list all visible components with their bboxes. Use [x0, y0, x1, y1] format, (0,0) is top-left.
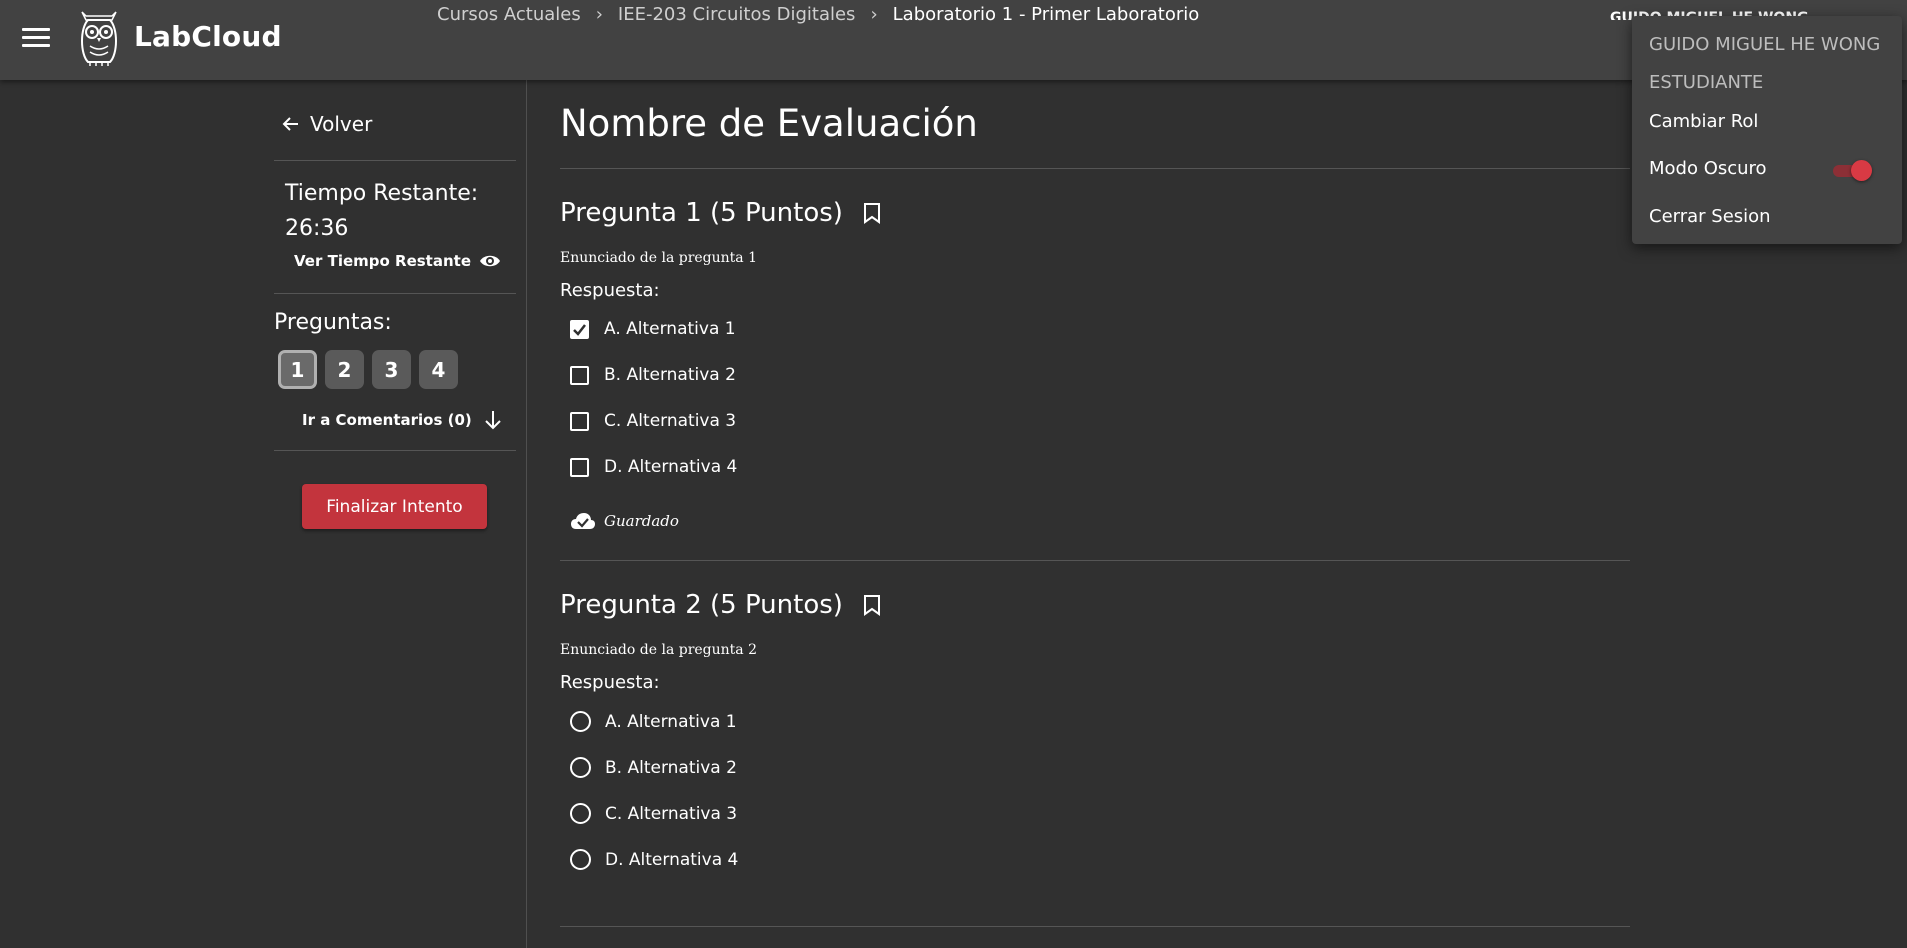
toggle-thumb — [1851, 160, 1872, 181]
divider — [274, 160, 516, 161]
finish-attempt-button[interactable]: Finalizar Intento — [302, 484, 487, 529]
question-statement: Enunciado de la pregunta 2 — [560, 642, 758, 658]
option-label: D. Alternativa 4 — [605, 849, 739, 870]
divider — [274, 293, 516, 294]
option-label: C. Alternativa 3 — [604, 411, 737, 431]
option-checkbox[interactable]: B. Alternativa 2 — [570, 365, 736, 385]
show-time-label: Ver Tiempo Restante — [294, 252, 471, 270]
divider — [560, 926, 1630, 927]
radio-icon[interactable] — [570, 849, 591, 870]
breadcrumb: Cursos Actuales › IEE-203 Circuitos Digi… — [437, 4, 1199, 25]
option-radio[interactable]: A. Alternativa 1 — [570, 711, 737, 732]
app-brand[interactable]: LabCloud — [134, 20, 282, 53]
dark-mode-toggle[interactable] — [1833, 160, 1873, 181]
top-app-bar: LabCloud Cursos Actuales › IEE-203 Circu… — [0, 0, 1907, 80]
eye-icon — [480, 255, 500, 267]
logout-menu-item[interactable]: Cerrar Sesion — [1649, 206, 1771, 227]
question-nav-2[interactable]: 2 — [325, 350, 364, 389]
option-label: B. Alternativa 2 — [605, 757, 737, 778]
show-time-button[interactable]: Ver Tiempo Restante — [294, 252, 501, 270]
vertical-divider — [526, 80, 527, 948]
question-statement: Enunciado de la pregunta 1 — [560, 250, 758, 266]
answer-label: Respuesta: — [560, 672, 660, 693]
chevron-right-icon: › — [595, 4, 603, 25]
radio-icon[interactable] — [570, 711, 591, 732]
hamburger-menu-icon[interactable] — [20, 24, 52, 54]
option-checkbox[interactable]: D. Alternativa 4 — [570, 457, 737, 477]
checkbox-icon[interactable] — [570, 411, 589, 431]
user-menu-role: ESTUDIANTE — [1649, 72, 1764, 93]
bookmark-icon[interactable] — [863, 594, 881, 616]
option-radio[interactable]: D. Alternativa 4 — [570, 849, 738, 870]
change-role-menu-item[interactable]: Cambiar Rol — [1649, 111, 1758, 132]
question-title-text: Pregunta 2 (5 Puntos) — [560, 590, 843, 620]
question-title: Pregunta 2 (5 Puntos) — [560, 590, 881, 620]
option-label: D. Alternativa 4 — [604, 457, 738, 477]
back-label: Volver — [310, 112, 373, 136]
back-button[interactable]: Volver — [282, 112, 372, 136]
time-remaining-label: Tiempo Restante: — [285, 181, 479, 206]
question-title: Pregunta 1 (5 Puntos) — [560, 198, 881, 228]
option-radio[interactable]: C. Alternativa 3 — [570, 803, 737, 824]
question-title-text: Pregunta 1 (5 Puntos) — [560, 198, 843, 228]
bookmark-icon[interactable] — [863, 202, 881, 224]
checkbox-checked-icon[interactable] — [570, 319, 589, 339]
radio-icon[interactable] — [570, 803, 591, 824]
question-nav-1[interactable]: 1 — [278, 350, 317, 389]
saved-label: Guardado — [604, 512, 679, 530]
questions-label: Preguntas: — [274, 310, 392, 335]
divider — [560, 168, 1630, 169]
option-checkbox[interactable]: C. Alternativa 3 — [570, 411, 736, 431]
user-dropdown-menu: GUIDO MIGUEL HE WONG ESTUDIANTE Cambiar … — [1632, 16, 1902, 244]
checkbox-icon[interactable] — [570, 457, 589, 477]
time-remaining-value: 26:36 — [285, 216, 349, 241]
option-checkbox[interactable]: A. Alternativa 1 — [570, 319, 736, 339]
answer-label: Respuesta: — [560, 280, 660, 301]
option-label: C. Alternativa 3 — [605, 803, 738, 824]
breadcrumb-item-courses[interactable]: Cursos Actuales — [437, 4, 581, 25]
option-label: A. Alternativa 1 — [605, 711, 737, 732]
owl-logo-icon — [81, 11, 117, 66]
page-title: Nombre de Evaluación — [560, 102, 978, 145]
chevron-right-icon: › — [870, 4, 878, 25]
breadcrumb-item-lab: Laboratorio 1 - Primer Laboratorio — [892, 4, 1200, 25]
question-nav-3[interactable]: 3 — [372, 350, 411, 389]
question-navigator: 1 2 3 4 — [278, 350, 466, 389]
checkbox-icon[interactable] — [570, 365, 589, 385]
option-label: B. Alternativa 2 — [604, 365, 736, 385]
question-nav-4[interactable]: 4 — [419, 350, 458, 389]
saved-status: Guardado — [570, 512, 679, 530]
breadcrumb-item-course[interactable]: IEE-203 Circuitos Digitales — [618, 4, 856, 25]
option-label: A. Alternativa 1 — [604, 319, 736, 339]
dark-mode-menu-item[interactable]: Modo Oscuro — [1649, 158, 1767, 179]
option-radio[interactable]: B. Alternativa 2 — [570, 757, 737, 778]
user-menu-name: GUIDO MIGUEL HE WONG — [1649, 34, 1881, 55]
divider — [560, 560, 1630, 561]
cloud-check-icon — [571, 513, 595, 529]
go-to-comments-link[interactable]: Ir a Comentarios (0) — [302, 410, 502, 430]
arrow-left-icon — [282, 117, 298, 131]
divider — [274, 450, 516, 451]
time-remaining: Tiempo Restante: 26:36 — [285, 176, 478, 246]
arrow-down-icon — [485, 411, 501, 430]
radio-icon[interactable] — [570, 757, 591, 778]
comments-label: Ir a Comentarios (0) — [302, 411, 472, 429]
